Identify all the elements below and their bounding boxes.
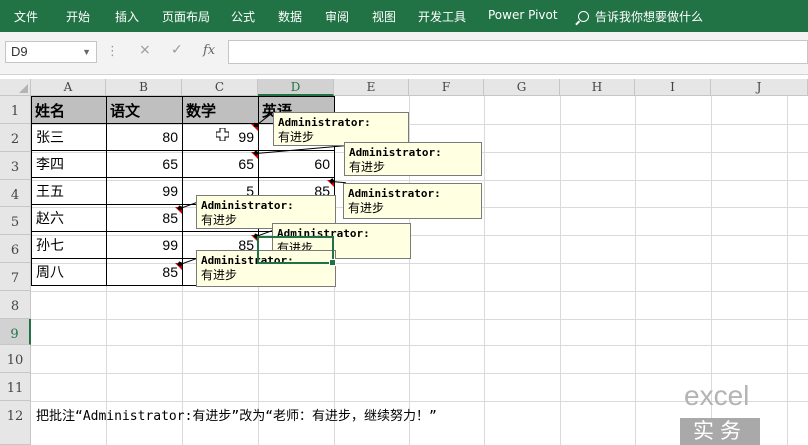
tab-file[interactable]: 文件 — [14, 8, 38, 25]
comment-box[interactable]: Administrator: 有进步 — [344, 142, 482, 176]
cell-score[interactable]: 99 — [106, 231, 183, 259]
cell-score[interactable]: 65 — [182, 150, 259, 178]
column-header-a[interactable]: A — [31, 79, 106, 96]
gridline — [31, 345, 808, 346]
formula-bar: D9 ▼ ⋮ × ✓ fx — [0, 32, 808, 75]
cell-name[interactable]: 张三 — [31, 123, 107, 151]
column-header-i[interactable]: I — [635, 79, 711, 96]
cell-name[interactable]: 王五 — [31, 177, 107, 205]
cell-score[interactable]: 65 — [106, 150, 183, 178]
move-cursor-icon — [216, 128, 229, 141]
gridline — [31, 291, 808, 292]
header-cell-chinese[interactable]: 语文 — [106, 96, 183, 124]
gridline — [560, 96, 561, 445]
column-header-c[interactable]: C — [182, 79, 258, 96]
name-box[interactable]: D9 ▼ — [5, 41, 97, 63]
chevron-down-icon[interactable]: ▼ — [82, 42, 91, 62]
formula-bar-grip-icon: ⋮ — [106, 44, 119, 59]
row-header-2[interactable]: 2 — [0, 124, 31, 152]
gridline — [787, 96, 788, 445]
row-header-5[interactable]: 5 — [0, 207, 31, 235]
tab-power-pivot[interactable]: Power Pivot — [488, 8, 558, 22]
tab-page-layout[interactable]: 页面布局 — [162, 8, 210, 25]
cancel-icon[interactable]: × — [139, 42, 151, 58]
tell-me-search[interactable]: 告诉我你想要做什么 — [578, 8, 703, 25]
row-header-7[interactable]: 7 — [0, 263, 31, 291]
comment-author: Administrator: — [278, 116, 371, 129]
tab-home[interactable]: 开始 — [66, 8, 90, 25]
tab-data[interactable]: 数据 — [278, 8, 302, 25]
column-header-f[interactable]: F — [409, 79, 484, 96]
tab-developer[interactable]: 开发工具 — [418, 8, 466, 25]
column-header-j[interactable]: J — [711, 79, 808, 96]
tab-review[interactable]: 审阅 — [325, 8, 349, 25]
cell-name[interactable]: 孙七 — [31, 231, 107, 259]
gridline — [484, 96, 485, 445]
column-header-h[interactable]: H — [560, 79, 635, 96]
cell-score[interactable]: 85 — [106, 204, 183, 232]
row-header-9[interactable]: 9 — [0, 319, 31, 345]
tab-insert[interactable]: 插入 — [115, 8, 139, 25]
cell-name[interactable]: 李四 — [31, 150, 107, 178]
active-cell-d9[interactable] — [257, 236, 336, 266]
row-header-11[interactable]: 11 — [0, 373, 31, 401]
comment-text: 有进步 — [349, 160, 386, 174]
comment-author: Administrator: — [349, 146, 442, 159]
insert-function-button[interactable]: fx — [203, 43, 215, 58]
row-header-4[interactable]: 4 — [0, 180, 31, 207]
cell-name[interactable]: 周八 — [31, 258, 107, 286]
comment-text: 有进步 — [348, 201, 385, 215]
row-header-12[interactable]: 12 — [0, 401, 31, 445]
column-header-g[interactable]: G — [484, 79, 560, 96]
column-header-b[interactable]: B — [106, 79, 182, 96]
cell-score[interactable]: 60 — [258, 150, 335, 178]
comment-author: Administrator: — [348, 187, 441, 200]
comment-box[interactable]: Administrator: 有进步 — [273, 112, 409, 146]
cell-name[interactable]: 赵六 — [31, 204, 107, 232]
column-header-d[interactable]: D — [258, 79, 334, 96]
table-row: 李四 65 65 60 — [31, 150, 335, 178]
cell-score[interactable]: 80 — [106, 123, 183, 151]
row-header-1[interactable]: 1 — [0, 96, 31, 124]
gridline — [31, 319, 808, 320]
row-header-6[interactable]: 6 — [0, 235, 31, 263]
tab-formulas[interactable]: 公式 — [231, 8, 255, 25]
header-cell-math[interactable]: 数学 — [182, 96, 259, 124]
cell-score[interactable]: 99 — [106, 177, 183, 205]
tab-view[interactable]: 视图 — [372, 8, 396, 25]
comment-author: Administrator: — [201, 199, 294, 212]
comment-box[interactable]: Administrator: 有进步 — [343, 183, 482, 219]
gridline — [635, 96, 636, 445]
ribbon-menu-bar: 文件 开始 插入 页面布局 公式 数据 审阅 视图 开发工具 Power Piv… — [0, 0, 808, 32]
column-header-e[interactable]: E — [334, 79, 409, 96]
row-header-8[interactable]: 8 — [0, 291, 31, 319]
row-header-10[interactable]: 10 — [0, 345, 31, 373]
instruction-caption: 把批注“Administrator:有进步”改为“老师：有进步，继续努力！” — [36, 409, 437, 424]
select-all-button[interactable] — [0, 79, 31, 96]
watermark-shiwu: 实务 — [680, 418, 760, 445]
enter-icon[interactable]: ✓ — [171, 42, 183, 58]
formula-input[interactable] — [228, 40, 808, 64]
gridline — [31, 373, 808, 374]
header-cell-name[interactable]: 姓名 — [31, 96, 107, 124]
cell-score[interactable]: 85 — [106, 258, 183, 286]
row-header-3[interactable]: 3 — [0, 152, 31, 180]
search-icon — [578, 11, 589, 22]
watermark-excel: excel — [684, 380, 750, 411]
name-box-value: D9 — [11, 44, 28, 59]
comment-text: 有进步 — [201, 268, 238, 282]
tell-me-text: 告诉我你想要做什么 — [595, 10, 704, 24]
